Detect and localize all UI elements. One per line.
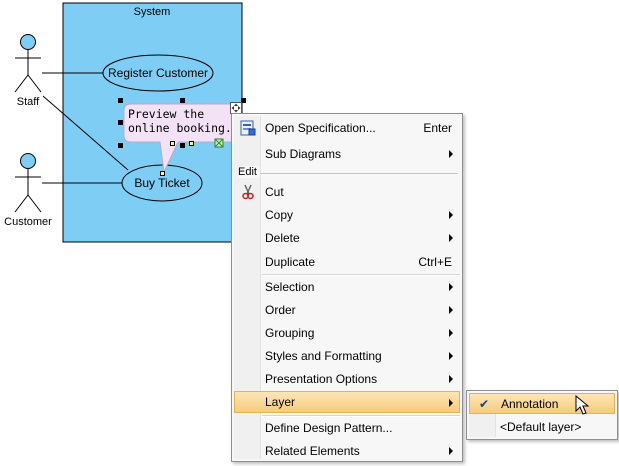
menu-label: Open Specification... xyxy=(265,121,376,135)
submenu-item-default-layer[interactable]: <Default layer> xyxy=(469,416,615,437)
menu-shortcut: Enter xyxy=(423,121,452,135)
menu-label: Styles and Formatting xyxy=(265,349,382,363)
selection-handle[interactable] xyxy=(118,143,123,148)
submenu-arrow-icon xyxy=(449,329,453,337)
system-title: System xyxy=(134,6,171,18)
menu-item-presentation-options[interactable]: Presentation Options xyxy=(234,368,460,390)
annotation-text[interactable]: Preview the online booking. xyxy=(128,107,238,135)
menu-label: Annotation xyxy=(501,396,559,411)
menu-label: Sub Diagrams xyxy=(265,147,342,161)
actor-label-customer: Customer xyxy=(4,216,52,228)
selection-handle[interactable] xyxy=(180,98,185,103)
layer-submenu: ✔ Annotation <Default layer> xyxy=(466,390,618,440)
selection-handle[interactable] xyxy=(118,120,123,125)
usecase-register-customer[interactable]: Register Customer xyxy=(102,54,214,92)
actor-head xyxy=(20,153,36,169)
menu-item-order[interactable]: Order xyxy=(234,299,460,321)
menu-label: Presentation Options xyxy=(265,372,378,386)
context-menu: Open Specification... Enter Sub Diagrams… xyxy=(231,113,463,462)
actor-head xyxy=(20,34,36,50)
annotation-line-2: online booking. xyxy=(128,121,232,135)
menu-item-layer[interactable]: Layer xyxy=(234,391,460,413)
anchor-handle[interactable] xyxy=(189,141,194,146)
actor-staff[interactable]: Staff xyxy=(14,34,42,109)
menu-item-cut[interactable]: Cut xyxy=(234,181,460,203)
menu-shortcut: Ctrl+E xyxy=(418,255,452,269)
menu-label: Duplicate xyxy=(265,255,316,269)
menu-label: <Default layer> xyxy=(500,419,582,434)
menu-label: Delete xyxy=(265,231,300,245)
submenu-arrow-icon xyxy=(449,283,453,291)
specification-icon xyxy=(240,120,256,136)
menu-label: Order xyxy=(265,303,296,317)
menu-item-grouping[interactable]: Grouping xyxy=(234,322,460,344)
menu-item-sub-diagrams[interactable]: Sub Diagrams xyxy=(234,143,460,165)
mouse-cursor-icon xyxy=(575,395,590,415)
actor-customer[interactable]: Customer xyxy=(4,153,52,229)
menu-item-delete[interactable]: Delete xyxy=(234,227,460,249)
usecase-label: Register Customer xyxy=(108,66,208,80)
menu-item-styles-formatting[interactable]: Styles and Formatting xyxy=(234,345,460,367)
submenu-item-annotation[interactable]: ✔ Annotation xyxy=(469,393,615,414)
submenu-arrow-icon xyxy=(449,352,453,360)
submenu-arrow-icon xyxy=(449,399,453,407)
menu-item-define-design-pattern[interactable]: Define Design Pattern... xyxy=(234,417,460,439)
submenu-arrow-icon xyxy=(449,306,453,314)
selection-handle[interactable] xyxy=(180,143,185,148)
anchor-handle[interactable] xyxy=(160,171,165,176)
menu-item-open-specification[interactable]: Open Specification... Enter xyxy=(234,117,460,139)
submenu-arrow-icon xyxy=(449,375,453,383)
scissors-icon xyxy=(242,184,254,200)
menu-label: Define Design Pattern... xyxy=(265,421,393,435)
actor-label-staff: Staff xyxy=(17,96,40,108)
anchor-handle[interactable] xyxy=(170,141,175,146)
menu-label: Layer xyxy=(265,395,296,409)
menu-label: Cut xyxy=(265,185,284,199)
menu-label: Copy xyxy=(265,208,294,222)
menu-label: Related Elements xyxy=(265,444,360,458)
menu-item-duplicate[interactable]: Duplicate Ctrl+E xyxy=(234,251,460,273)
menu-item-copy[interactable]: Copy xyxy=(234,204,460,226)
submenu-arrow-icon xyxy=(449,211,453,219)
section-header-edit: Edit xyxy=(234,166,460,180)
submenu-arrow-icon xyxy=(449,150,453,158)
submenu-arrow-icon xyxy=(449,447,453,455)
menu-label: Selection xyxy=(265,280,315,294)
menu-label: Grouping xyxy=(265,326,315,340)
selection-handle[interactable] xyxy=(118,98,123,103)
section-header-label: Edit xyxy=(238,166,260,178)
menu-item-selection[interactable]: Selection xyxy=(234,276,460,298)
submenu-arrow-icon xyxy=(449,234,453,242)
usecase-label: Buy Ticket xyxy=(134,176,190,190)
checkmark-icon: ✔ xyxy=(479,397,490,411)
menu-item-related-elements[interactable]: Related Elements xyxy=(234,440,460,462)
annotation-line-1: Preview the xyxy=(128,107,205,121)
